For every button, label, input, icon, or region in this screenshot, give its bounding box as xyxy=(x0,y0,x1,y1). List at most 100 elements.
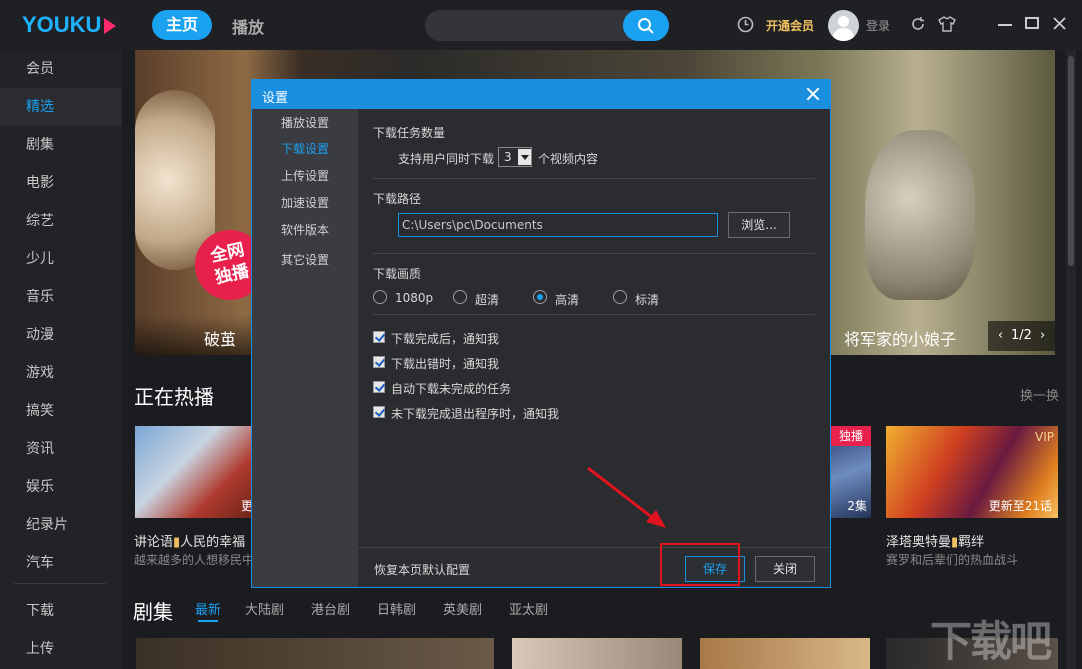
search-button[interactable] xyxy=(623,10,669,41)
sidebar-item-auto[interactable]: 汽车 xyxy=(0,544,122,582)
task-count-label: 下载任务数量 xyxy=(373,126,446,140)
dialog-nav-upload[interactable]: 上传设置 xyxy=(252,163,358,189)
task-count-suffix: 个视频内容 xyxy=(538,152,599,166)
tab-hk-tw[interactable]: 港台剧 xyxy=(311,599,350,618)
dialog-title: 设置 xyxy=(262,91,289,106)
card-title[interactable]: 讲论语▮人民的幸福 xyxy=(134,531,245,550)
dialog-nav-playback[interactable]: 播放设置 xyxy=(252,110,358,136)
sidebar-item-documentary[interactable]: 纪录片 xyxy=(0,506,122,544)
sidebar-item-download[interactable]: 下载 xyxy=(0,592,122,630)
vip-open-link[interactable]: 开通会员 xyxy=(766,17,814,34)
sidebar-item-comedy[interactable]: 搞笑 xyxy=(0,392,122,430)
hot-card-2[interactable]: 独播 2集 xyxy=(831,426,871,518)
scrollbar-thumb[interactable] xyxy=(1068,56,1074,266)
banner-title-left[interactable]: 破茧 xyxy=(204,326,236,350)
notify-exit-checkbox[interactable] xyxy=(373,406,385,418)
minimize-icon[interactable] xyxy=(998,24,1012,26)
sidebar-item-featured[interactable]: 精选 xyxy=(0,88,122,126)
card-thumbnail xyxy=(512,638,682,669)
quality-radio-1080p[interactable] xyxy=(373,290,387,304)
download-path-input[interactable]: C:\Users\pc\Documents xyxy=(398,213,718,237)
dialog-nav-acceleration[interactable]: 加速设置 xyxy=(252,190,358,216)
sidebar-item-vip[interactable]: 会员 xyxy=(0,50,122,88)
tab-underline xyxy=(198,620,218,622)
clock-icon[interactable] xyxy=(737,16,754,33)
main-scrollbar[interactable] xyxy=(1066,50,1076,669)
youku-logo[interactable]: YOUKU xyxy=(22,12,117,38)
restore-default-link[interactable]: 恢复本页默认配置 xyxy=(374,561,470,578)
series-card-1[interactable] xyxy=(136,638,494,669)
card-title[interactable]: 泽塔奥特曼▮羁绊 xyxy=(886,531,984,550)
series-card-2[interactable] xyxy=(512,638,682,669)
sidebar: 会员 精选 剧集 电影 综艺 少儿 音乐 动漫 游戏 搞笑 资讯 娱乐 纪录片 … xyxy=(0,50,122,669)
hot-card-1[interactable]: 更 xyxy=(135,426,255,518)
task-count-select[interactable]: 3 xyxy=(498,147,532,167)
sidebar-item-music[interactable]: 音乐 xyxy=(0,278,122,316)
login-link[interactable]: 登录 xyxy=(866,17,890,34)
browse-button[interactable]: 浏览... xyxy=(728,212,790,238)
shuffle-link[interactable]: 换一换 xyxy=(1020,385,1059,404)
quality-label-high: 高清 xyxy=(555,293,580,307)
auto-resume-checkbox[interactable] xyxy=(373,381,385,393)
sidebar-item-upload[interactable]: 上传 xyxy=(0,630,122,668)
dialog-nav-download[interactable]: 下载设置 xyxy=(252,136,358,162)
dialog-nav: 播放设置 下载设置 上传设置 加速设置 软件版本 其它设置 xyxy=(252,109,358,587)
notify-exit-label: 未下载完成退出程序时，通知我 xyxy=(391,407,560,421)
maximize-icon[interactable] xyxy=(1025,17,1039,29)
path-label: 下载路径 xyxy=(373,192,422,206)
chevron-left-icon[interactable]: ‹ xyxy=(998,328,1003,343)
tab-asia-pacific[interactable]: 亚太剧 xyxy=(509,599,548,618)
notify-complete-checkbox[interactable] xyxy=(373,331,385,343)
banner-pager: ‹ 1/2 › xyxy=(988,321,1055,351)
task-count-prefix: 支持用户同时下载 xyxy=(398,152,495,166)
tab-mainland[interactable]: 大陆剧 xyxy=(245,599,284,618)
series-card-3[interactable] xyxy=(700,638,870,669)
quality-radio-standard[interactable] xyxy=(613,290,627,304)
divider xyxy=(373,178,815,179)
sidebar-item-series[interactable]: 剧集 xyxy=(0,126,122,164)
refresh-icon[interactable] xyxy=(910,16,926,32)
dialog-footer: 恢复本页默认配置 保存 关闭 xyxy=(358,547,830,587)
sidebar-item-games[interactable]: 游戏 xyxy=(0,354,122,392)
sidebar-item-kids[interactable]: 少儿 xyxy=(0,240,122,278)
dialog-nav-other[interactable]: 其它设置 xyxy=(252,247,358,273)
sidebar-divider xyxy=(14,583,106,584)
avatar-icon[interactable] xyxy=(828,10,859,41)
quality-radio-super[interactable] xyxy=(453,290,467,304)
close-icon[interactable] xyxy=(1053,17,1066,30)
search-input[interactable] xyxy=(425,10,669,41)
chevron-down-icon[interactable] xyxy=(518,149,531,165)
sidebar-item-anime[interactable]: 动漫 xyxy=(0,316,122,354)
sidebar-item-movies[interactable]: 电影 xyxy=(0,164,122,202)
annotation-arrow-icon xyxy=(587,466,666,528)
tab-us-uk[interactable]: 英美剧 xyxy=(443,599,482,618)
notify-complete-label: 下载完成后，通知我 xyxy=(391,332,500,346)
tab-jp-kr[interactable]: 日韩剧 xyxy=(377,599,416,618)
nav-home-button[interactable]: 主页 xyxy=(152,10,212,40)
task-count-value: 3 xyxy=(504,150,512,164)
section-title-hot: 正在热播 xyxy=(134,385,214,409)
notify-error-checkbox[interactable] xyxy=(373,356,385,368)
close-button[interactable]: 关闭 xyxy=(755,556,815,582)
sidebar-item-entertainment[interactable]: 娱乐 xyxy=(0,468,122,506)
quality-radio-high[interactable] xyxy=(533,290,547,304)
dialog-titlebar[interactable]: 设置 xyxy=(252,80,830,109)
dialog-nav-version[interactable]: 软件版本 xyxy=(252,217,358,243)
hot-card-3[interactable]: VIP 更新至21话 xyxy=(886,426,1058,518)
quality-label-1080p: 1080p xyxy=(395,291,434,305)
chevron-right-icon[interactable]: › xyxy=(1040,328,1045,343)
skin-icon[interactable] xyxy=(938,16,956,32)
divider xyxy=(373,253,815,254)
card-thumbnail xyxy=(135,426,255,518)
banner-title-right[interactable]: 将军家的小娘子 xyxy=(844,326,956,350)
sidebar-item-news[interactable]: 资讯 xyxy=(0,430,122,468)
sidebar-item-variety[interactable]: 综艺 xyxy=(0,202,122,240)
nav-play-button[interactable]: 播放 xyxy=(232,14,264,38)
settings-dialog: 设置 播放设置 下载设置 上传设置 加速设置 软件版本 其它设置 下载任务数量 … xyxy=(251,79,831,588)
watermark: 下载吧 xyxy=(930,617,1052,666)
dialog-close-icon[interactable] xyxy=(805,86,821,102)
quality-label-super: 超清 xyxy=(475,293,500,307)
card-episode-tag: 2集 xyxy=(847,499,867,513)
card-subtitle: 赛罗和后辈们的热血战斗 xyxy=(886,553,1019,567)
tab-latest[interactable]: 最新 xyxy=(195,599,221,618)
